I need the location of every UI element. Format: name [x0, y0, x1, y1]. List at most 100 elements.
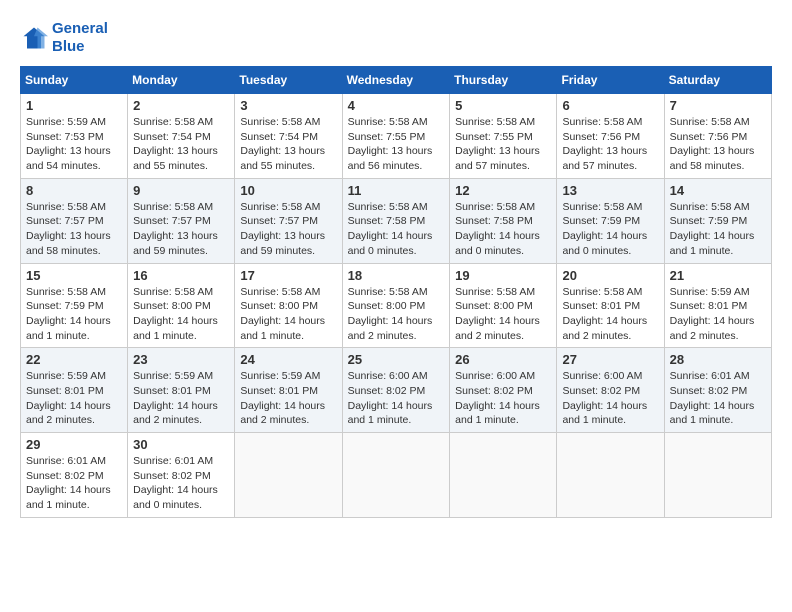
calendar-week-row: 29 Sunrise: 6:01 AMSunset: 8:02 PMDaylig… [21, 433, 772, 518]
day-number: 24 [240, 352, 336, 367]
day-info: Sunrise: 5:59 AMSunset: 7:53 PMDaylight:… [26, 115, 122, 174]
calendar-cell: 5 Sunrise: 5:58 AMSunset: 7:55 PMDayligh… [450, 94, 557, 179]
day-number: 19 [455, 268, 551, 283]
day-info: Sunrise: 5:58 AMSunset: 7:55 PMDaylight:… [455, 115, 551, 174]
day-info: Sunrise: 5:58 AMSunset: 7:55 PMDaylight:… [348, 115, 445, 174]
day-info: Sunrise: 5:58 AMSunset: 8:00 PMDaylight:… [240, 285, 336, 344]
day-info: Sunrise: 6:01 AMSunset: 8:02 PMDaylight:… [26, 454, 122, 513]
calendar-cell: 13 Sunrise: 5:58 AMSunset: 7:59 PMDaylig… [557, 178, 664, 263]
weekday-header: Sunday [21, 67, 128, 94]
calendar-cell: 3 Sunrise: 5:58 AMSunset: 7:54 PMDayligh… [235, 94, 342, 179]
calendar-cell [664, 433, 771, 518]
day-info: Sunrise: 5:59 AMSunset: 8:01 PMDaylight:… [240, 369, 336, 428]
day-info: Sunrise: 6:00 AMSunset: 8:02 PMDaylight:… [562, 369, 658, 428]
day-number: 14 [670, 183, 766, 198]
calendar-cell: 20 Sunrise: 5:58 AMSunset: 8:01 PMDaylig… [557, 263, 664, 348]
weekday-header: Friday [557, 67, 664, 94]
day-number: 27 [562, 352, 658, 367]
day-info: Sunrise: 6:01 AMSunset: 8:02 PMDaylight:… [133, 454, 229, 513]
logo-text: General Blue [52, 20, 108, 56]
calendar-cell: 26 Sunrise: 6:00 AMSunset: 8:02 PMDaylig… [450, 348, 557, 433]
weekday-header: Saturday [664, 67, 771, 94]
day-number: 25 [348, 352, 445, 367]
day-number: 22 [26, 352, 122, 367]
calendar-cell: 21 Sunrise: 5:59 AMSunset: 8:01 PMDaylig… [664, 263, 771, 348]
day-info: Sunrise: 5:59 AMSunset: 8:01 PMDaylight:… [670, 285, 766, 344]
day-number: 8 [26, 183, 122, 198]
day-number: 6 [562, 98, 658, 113]
day-info: Sunrise: 5:58 AMSunset: 8:00 PMDaylight:… [133, 285, 229, 344]
calendar-cell: 4 Sunrise: 5:58 AMSunset: 7:55 PMDayligh… [342, 94, 450, 179]
calendar-cell: 16 Sunrise: 5:58 AMSunset: 8:00 PMDaylig… [128, 263, 235, 348]
day-number: 15 [26, 268, 122, 283]
day-number: 12 [455, 183, 551, 198]
calendar-cell [557, 433, 664, 518]
day-info: Sunrise: 5:58 AMSunset: 7:57 PMDaylight:… [240, 200, 336, 259]
calendar-cell: 12 Sunrise: 5:58 AMSunset: 7:58 PMDaylig… [450, 178, 557, 263]
day-info: Sunrise: 5:58 AMSunset: 7:59 PMDaylight:… [670, 200, 766, 259]
calendar-cell: 7 Sunrise: 5:58 AMSunset: 7:56 PMDayligh… [664, 94, 771, 179]
weekday-header: Thursday [450, 67, 557, 94]
calendar-table: SundayMondayTuesdayWednesdayThursdayFrid… [20, 66, 772, 518]
calendar-cell: 24 Sunrise: 5:59 AMSunset: 8:01 PMDaylig… [235, 348, 342, 433]
weekday-header: Monday [128, 67, 235, 94]
logo: General Blue [20, 20, 108, 56]
day-number: 17 [240, 268, 336, 283]
day-number: 10 [240, 183, 336, 198]
day-info: Sunrise: 5:58 AMSunset: 8:00 PMDaylight:… [348, 285, 445, 344]
calendar-cell: 8 Sunrise: 5:58 AMSunset: 7:57 PMDayligh… [21, 178, 128, 263]
calendar-week-row: 8 Sunrise: 5:58 AMSunset: 7:57 PMDayligh… [21, 178, 772, 263]
logo-icon [20, 24, 48, 52]
day-number: 26 [455, 352, 551, 367]
day-number: 16 [133, 268, 229, 283]
day-number: 11 [348, 183, 445, 198]
day-number: 4 [348, 98, 445, 113]
day-number: 1 [26, 98, 122, 113]
calendar-cell: 1 Sunrise: 5:59 AMSunset: 7:53 PMDayligh… [21, 94, 128, 179]
day-info: Sunrise: 5:58 AMSunset: 8:00 PMDaylight:… [455, 285, 551, 344]
calendar-cell: 28 Sunrise: 6:01 AMSunset: 8:02 PMDaylig… [664, 348, 771, 433]
calendar-cell: 30 Sunrise: 6:01 AMSunset: 8:02 PMDaylig… [128, 433, 235, 518]
calendar-cell: 10 Sunrise: 5:58 AMSunset: 7:57 PMDaylig… [235, 178, 342, 263]
day-info: Sunrise: 6:00 AMSunset: 8:02 PMDaylight:… [348, 369, 445, 428]
calendar-cell: 18 Sunrise: 5:58 AMSunset: 8:00 PMDaylig… [342, 263, 450, 348]
calendar-cell: 27 Sunrise: 6:00 AMSunset: 8:02 PMDaylig… [557, 348, 664, 433]
day-number: 18 [348, 268, 445, 283]
calendar-cell: 23 Sunrise: 5:59 AMSunset: 8:01 PMDaylig… [128, 348, 235, 433]
day-number: 7 [670, 98, 766, 113]
day-number: 2 [133, 98, 229, 113]
day-number: 3 [240, 98, 336, 113]
calendar-cell: 22 Sunrise: 5:59 AMSunset: 8:01 PMDaylig… [21, 348, 128, 433]
day-number: 13 [562, 183, 658, 198]
calendar-cell: 14 Sunrise: 5:58 AMSunset: 7:59 PMDaylig… [664, 178, 771, 263]
day-info: Sunrise: 5:58 AMSunset: 7:57 PMDaylight:… [26, 200, 122, 259]
day-info: Sunrise: 5:59 AMSunset: 8:01 PMDaylight:… [26, 369, 122, 428]
calendar-cell: 29 Sunrise: 6:01 AMSunset: 8:02 PMDaylig… [21, 433, 128, 518]
page-header: General Blue [20, 20, 772, 56]
day-info: Sunrise: 5:58 AMSunset: 7:57 PMDaylight:… [133, 200, 229, 259]
weekday-header: Wednesday [342, 67, 450, 94]
calendar-week-row: 15 Sunrise: 5:58 AMSunset: 7:59 PMDaylig… [21, 263, 772, 348]
day-number: 5 [455, 98, 551, 113]
day-number: 29 [26, 437, 122, 452]
calendar-cell [450, 433, 557, 518]
calendar-week-row: 1 Sunrise: 5:59 AMSunset: 7:53 PMDayligh… [21, 94, 772, 179]
day-number: 28 [670, 352, 766, 367]
day-info: Sunrise: 6:01 AMSunset: 8:02 PMDaylight:… [670, 369, 766, 428]
day-info: Sunrise: 5:58 AMSunset: 7:56 PMDaylight:… [562, 115, 658, 174]
day-info: Sunrise: 5:58 AMSunset: 7:54 PMDaylight:… [133, 115, 229, 174]
day-number: 9 [133, 183, 229, 198]
day-info: Sunrise: 5:58 AMSunset: 7:54 PMDaylight:… [240, 115, 336, 174]
calendar-cell: 6 Sunrise: 5:58 AMSunset: 7:56 PMDayligh… [557, 94, 664, 179]
weekday-header: Tuesday [235, 67, 342, 94]
calendar-week-row: 22 Sunrise: 5:59 AMSunset: 8:01 PMDaylig… [21, 348, 772, 433]
calendar-cell: 15 Sunrise: 5:58 AMSunset: 7:59 PMDaylig… [21, 263, 128, 348]
day-number: 23 [133, 352, 229, 367]
calendar-cell: 19 Sunrise: 5:58 AMSunset: 8:00 PMDaylig… [450, 263, 557, 348]
day-number: 20 [562, 268, 658, 283]
day-info: Sunrise: 6:00 AMSunset: 8:02 PMDaylight:… [455, 369, 551, 428]
day-number: 30 [133, 437, 229, 452]
day-info: Sunrise: 5:58 AMSunset: 7:59 PMDaylight:… [26, 285, 122, 344]
day-info: Sunrise: 5:59 AMSunset: 8:01 PMDaylight:… [133, 369, 229, 428]
day-info: Sunrise: 5:58 AMSunset: 7:59 PMDaylight:… [562, 200, 658, 259]
